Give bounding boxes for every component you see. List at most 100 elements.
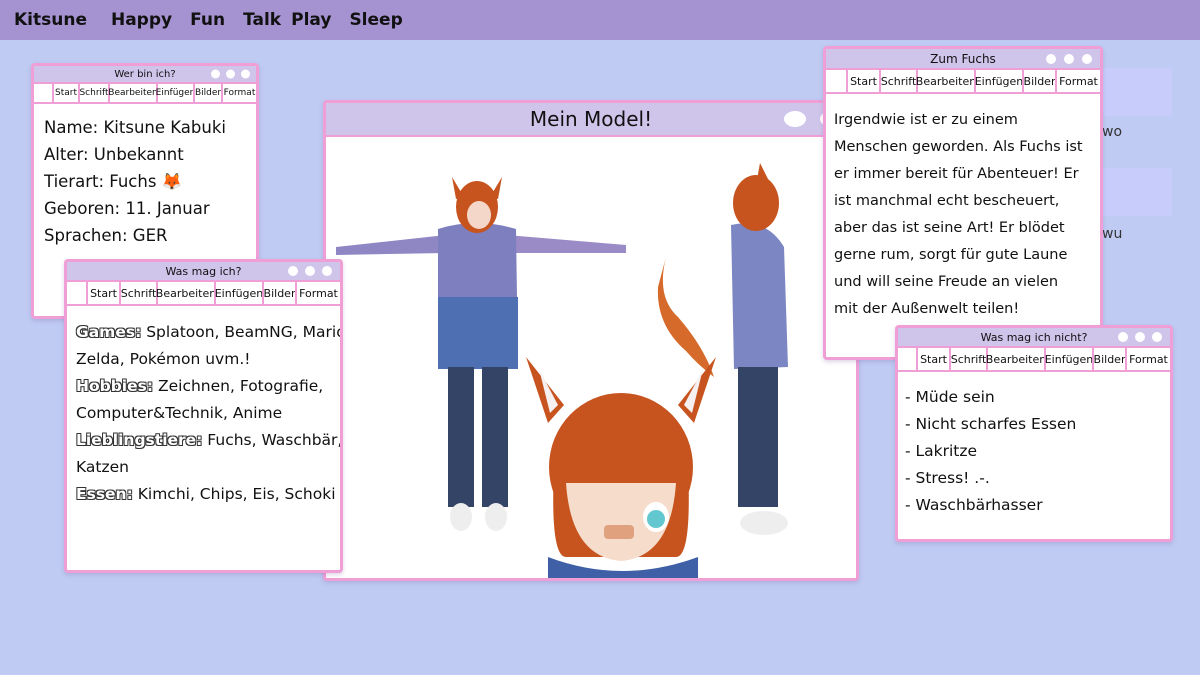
toolbar-bearbeiten-button[interactable]: Bearbeiten bbox=[916, 70, 976, 92]
profile-age: Alter: Unbekannt bbox=[44, 145, 184, 164]
window-control-maximize-icon[interactable] bbox=[226, 69, 235, 79]
likes-value: Fuchs, Waschbär, bbox=[202, 431, 343, 449]
likes-line: Lieblingstiere: Fuchs, Waschbär, bbox=[76, 427, 340, 454]
window-titlebar[interactable]: Mein Model! bbox=[326, 103, 856, 137]
window-control-minimize-icon[interactable] bbox=[1118, 332, 1128, 342]
toolbar-format-button[interactable]: Format bbox=[1125, 348, 1170, 370]
nav-item-talk[interactable]: Talk bbox=[243, 10, 281, 30]
fox-description-line: aber das ist seine Art! Er blödet bbox=[834, 220, 1065, 236]
window-was-mag-ich-nicht: Was mag ich nicht? Start Schrift Bearbei… bbox=[895, 325, 1173, 542]
window-toolbar: Start Schrift Bearbeiten Einfügen Bilder… bbox=[898, 348, 1170, 372]
profile-name: Name: Kitsune Kabuki bbox=[44, 118, 226, 137]
toolbar-start-button[interactable]: Start bbox=[52, 84, 78, 102]
likes-value: Computer&Technik, Anime bbox=[76, 404, 283, 422]
nav-brand[interactable]: Kitsune bbox=[14, 10, 87, 30]
window-zum-fuchs: Zum Fuchs Start Schrift Bearbeiten Einfü… bbox=[823, 46, 1103, 360]
likes-line: Hobbies: Zeichnen, Fotografie, bbox=[76, 373, 340, 400]
window-content: Games: Splatoon, BeamNG, Mario, Zelda, P… bbox=[67, 306, 340, 508]
toolbar-start-button[interactable]: Start bbox=[916, 348, 949, 370]
window-control-close-icon[interactable] bbox=[241, 69, 250, 79]
model-illustration bbox=[336, 163, 788, 578]
toolbar-bilder-button[interactable]: Bilder bbox=[1022, 70, 1055, 92]
window-control-minimize-icon[interactable] bbox=[288, 266, 298, 276]
toolbar-format-button[interactable]: Format bbox=[295, 282, 340, 304]
likes-line: Computer&Technik, Anime bbox=[76, 400, 340, 427]
fox-description-line: gerne rum, sorgt für gute Laune bbox=[834, 247, 1068, 263]
dislike-item: - Lakritze bbox=[905, 442, 978, 460]
likes-line: Katzen bbox=[76, 454, 340, 481]
likes-value: Splatoon, BeamNG, Mario, bbox=[141, 323, 343, 341]
nav-item-fun[interactable]: Fun bbox=[190, 10, 225, 30]
toolbar-bearbeiten-button[interactable]: Bearbeiten bbox=[108, 84, 158, 102]
likes-line: Essen: Kimchi, Chips, Eis, Schoki bbox=[76, 481, 340, 508]
background-panel-upper bbox=[1100, 68, 1172, 116]
window-controls bbox=[288, 266, 332, 276]
dislike-item: - Nicht scharfes Essen bbox=[905, 415, 1077, 433]
window-content: Name: Kitsune Kabuki Alter: Unbekannt Ti… bbox=[34, 104, 256, 249]
fox-description-line: ist manchmal echt bescheuert, bbox=[834, 193, 1060, 209]
toolbar-start-button[interactable]: Start bbox=[846, 70, 879, 92]
likes-value: Zelda, Pokémon uvm.! bbox=[76, 350, 251, 368]
toolbar-bearbeiten-button[interactable]: Bearbeiten bbox=[986, 348, 1046, 370]
window-titlebar[interactable]: Zum Fuchs bbox=[826, 49, 1100, 70]
toolbar-bearbeiten-button[interactable]: Bearbeiten bbox=[156, 282, 216, 304]
window-control-minimize-icon[interactable] bbox=[784, 111, 806, 127]
window-title: Wer bin ich? bbox=[114, 68, 176, 80]
toolbar-einfuegen-button[interactable]: Einfügen bbox=[156, 84, 195, 102]
likes-key: Hobbies: bbox=[76, 377, 154, 395]
window-controls bbox=[1118, 332, 1162, 342]
toolbar-einfuegen-button[interactable]: Einfügen bbox=[214, 282, 263, 304]
likes-line: Zelda, Pokémon uvm.! bbox=[76, 346, 340, 373]
fox-description-line: und will seine Freude an vielen bbox=[834, 274, 1059, 290]
window-title: Was mag ich nicht? bbox=[980, 330, 1088, 344]
window-toolbar: Start Schrift Bearbeiten Einfügen Bilder… bbox=[826, 70, 1100, 94]
nav-item-sleep[interactable]: Sleep bbox=[349, 10, 402, 30]
window-titlebar[interactable]: Wer bin ich? bbox=[34, 66, 256, 84]
background-text-lower: wu bbox=[1102, 226, 1123, 242]
window-control-maximize-icon[interactable] bbox=[1064, 53, 1074, 64]
profile-birthday: Geboren: 11. Januar bbox=[44, 199, 210, 218]
fox-description-line: Irgendwie ist er zu einem bbox=[834, 112, 1018, 128]
window-control-maximize-icon[interactable] bbox=[1135, 332, 1145, 342]
likes-line: Games: Splatoon, BeamNG, Mario, bbox=[76, 319, 340, 346]
background-text-upper: wo bbox=[1102, 124, 1123, 140]
toolbar-schrift-button[interactable]: Schrift bbox=[879, 70, 916, 92]
window-control-close-icon[interactable] bbox=[1152, 332, 1162, 342]
nav-item-play[interactable]: Play bbox=[291, 10, 331, 30]
likes-key: Essen: bbox=[76, 485, 133, 503]
window-mein-model: Mein Model! bbox=[323, 100, 859, 581]
model-face-closeup bbox=[526, 357, 716, 578]
window-control-maximize-icon[interactable] bbox=[305, 266, 315, 276]
window-titlebar[interactable]: Was mag ich nicht? bbox=[898, 328, 1170, 348]
likes-key: Lieblingstiere: bbox=[76, 431, 203, 449]
window-control-close-icon[interactable] bbox=[322, 266, 332, 276]
nav-item-happy[interactable]: Happy bbox=[111, 10, 172, 30]
window-control-minimize-icon[interactable] bbox=[1046, 53, 1056, 64]
top-nav-bar: Kitsune Happy Fun Talk Play Sleep bbox=[0, 0, 1200, 40]
profile-species: Tierart: Fuchs 🦊 bbox=[44, 172, 183, 191]
fox-description-line: Menschen geworden. Als Fuchs ist bbox=[834, 139, 1083, 155]
toolbar-einfuegen-button[interactable]: Einfügen bbox=[1044, 348, 1093, 370]
background-panel-lower bbox=[1100, 168, 1172, 216]
window-content: Irgendwie ist er zu einem Menschen gewor… bbox=[826, 94, 1100, 323]
window-controls bbox=[1046, 53, 1092, 64]
toolbar-einfuegen-button[interactable]: Einfügen bbox=[974, 70, 1023, 92]
toolbar-schrift-button[interactable]: Schrift bbox=[78, 84, 109, 102]
toolbar-format-button[interactable]: Format bbox=[221, 84, 256, 102]
toolbar-format-button[interactable]: Format bbox=[1055, 70, 1100, 92]
model-canvas bbox=[326, 137, 856, 578]
toolbar-schrift-button[interactable]: Schrift bbox=[949, 348, 986, 370]
likes-value: Katzen bbox=[76, 458, 129, 476]
toolbar-start-button[interactable]: Start bbox=[86, 282, 119, 304]
window-was-mag-ich: Was mag ich? Start Schrift Bearbeiten Ei… bbox=[64, 259, 343, 573]
toolbar-schrift-button[interactable]: Schrift bbox=[119, 282, 156, 304]
window-title: Mein Model! bbox=[529, 107, 653, 131]
toolbar-bilder-button[interactable]: Bilder bbox=[193, 84, 221, 102]
dislike-item: - Müde sein bbox=[905, 388, 995, 406]
window-control-close-icon[interactable] bbox=[1082, 53, 1092, 64]
window-titlebar[interactable]: Was mag ich? bbox=[67, 262, 340, 282]
toolbar-bilder-button[interactable]: Bilder bbox=[1092, 348, 1125, 370]
window-control-minimize-icon[interactable] bbox=[211, 69, 220, 79]
toolbar-bilder-button[interactable]: Bilder bbox=[262, 282, 295, 304]
window-toolbar: Start Schrift Bearbeiten Einfügen Bilder… bbox=[67, 282, 340, 306]
